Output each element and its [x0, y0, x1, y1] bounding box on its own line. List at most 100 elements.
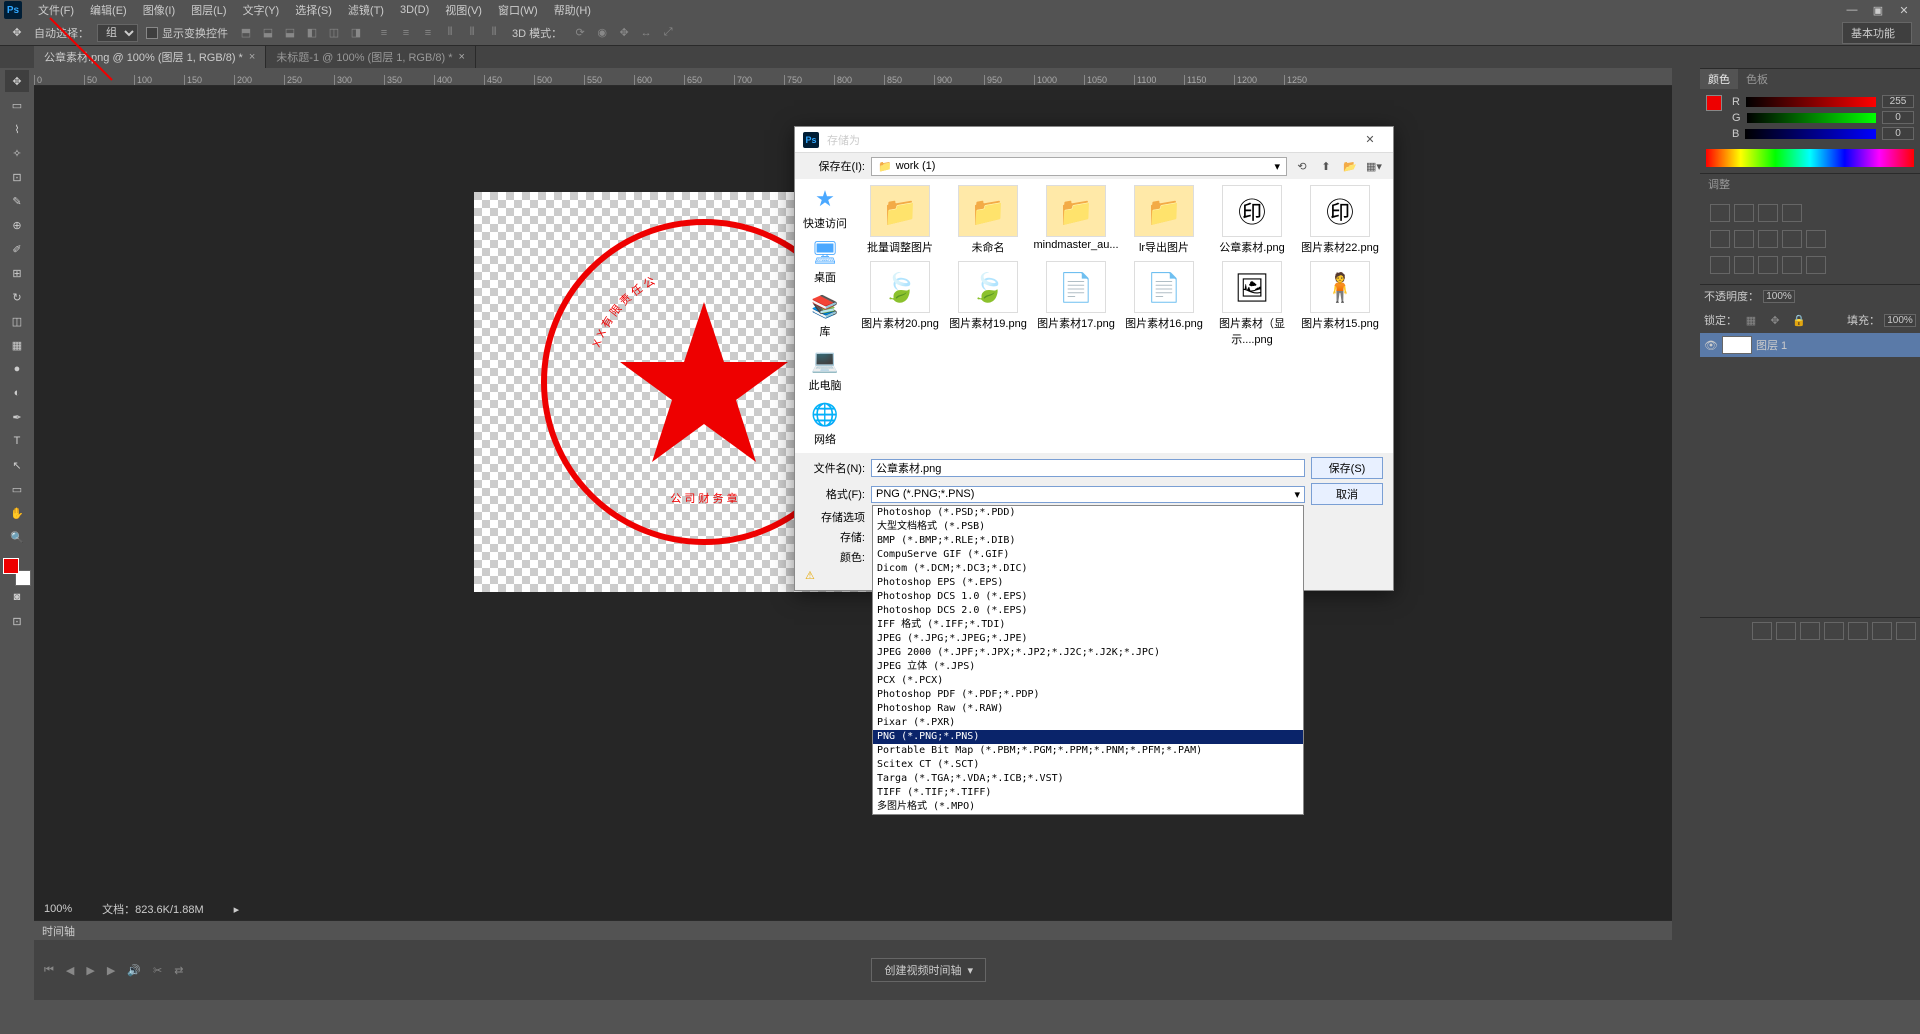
format-option[interactable]: Photoshop Raw (*.RAW) [873, 702, 1303, 716]
menu-image[interactable]: 图像(I) [135, 0, 183, 20]
cancel-button[interactable]: 取消 [1311, 483, 1383, 505]
3d-scale-icon[interactable]: ⤢ [658, 23, 678, 43]
hand-tool[interactable]: ✋ [5, 502, 29, 524]
align-hcenter-icon[interactable]: ◫ [324, 23, 344, 43]
lock-all-icon[interactable]: 🔒 [1789, 310, 1809, 330]
tab-close-icon[interactable]: × [459, 51, 465, 63]
adj-layer-icon[interactable] [1824, 622, 1844, 640]
menu-type[interactable]: 文字(Y) [235, 0, 288, 20]
path-dropdown[interactable]: 📁 work (1) ▾ [871, 157, 1287, 176]
place-libraries[interactable]: 📚库 [811, 293, 839, 339]
file-item[interactable]: 📄图片素材17.png [1037, 261, 1115, 347]
menu-filter[interactable]: 滤镜(T) [340, 0, 392, 20]
dist-right-icon[interactable]: ⫴ [484, 23, 504, 43]
adj-balance-icon[interactable] [1758, 230, 1778, 248]
stamp-tool[interactable]: ⊞ [5, 262, 29, 284]
panel-fg-swatch[interactable] [1706, 95, 1722, 111]
quick-mask-tool[interactable]: ◙ [5, 586, 29, 608]
format-option[interactable]: JPEG (*.JPG;*.JPEG;*.JPE) [873, 632, 1303, 646]
file-item[interactable]: 🖼图片素材（显示....png [1213, 261, 1291, 347]
tl-play-icon[interactable]: ▶ [86, 964, 94, 977]
doc-tab-active[interactable]: 公章素材.png @ 100% (图层 1, RGB/8) * × [34, 46, 266, 68]
move-tool-icon[interactable]: ✥ [8, 24, 26, 42]
format-option[interactable]: JPEG 2000 (*.JPF;*.JPX;*.JP2;*.J2C;*.J2K… [873, 646, 1303, 660]
move-tool[interactable]: ✥ [5, 70, 29, 92]
format-option[interactable]: Photoshop (*.PSD;*.PDD) [873, 506, 1303, 520]
dist-top-icon[interactable]: ≡ [374, 23, 394, 43]
g-value[interactable]: 0 [1882, 111, 1914, 124]
tl-cut-icon[interactable]: ✂ [153, 964, 162, 977]
lock-position-icon[interactable]: ✥ [1765, 310, 1785, 330]
format-option[interactable]: CompuServe GIF (*.GIF) [873, 548, 1303, 562]
format-option[interactable]: 大型文档格式 (*.PSB) [873, 520, 1303, 534]
maximize-icon[interactable]: ▣ [1866, 2, 1890, 18]
new-folder-icon[interactable]: 📂 [1341, 157, 1359, 175]
healing-tool[interactable]: ⊕ [5, 214, 29, 236]
place-network[interactable]: 🌐网络 [811, 401, 839, 447]
dist-bottom-icon[interactable]: ≡ [418, 23, 438, 43]
format-option[interactable]: BMP (*.BMP;*.RLE;*.DIB) [873, 534, 1303, 548]
file-item[interactable]: 📁mindmaster_au... [1037, 185, 1115, 255]
layer-row[interactable]: 👁 图层 1 [1700, 333, 1920, 357]
adj-curves-icon[interactable] [1758, 204, 1778, 222]
format-option[interactable]: Pixar (*.PXR) [873, 716, 1303, 730]
filename-input[interactable] [871, 459, 1305, 477]
doc-tab-inactive[interactable]: 未标题-1 @ 100% (图层 1, RGB/8) * × [266, 46, 476, 68]
opacity-value[interactable]: 100% [1763, 290, 1795, 303]
file-list[interactable]: 📁批量调整图片📁未命名📁mindmaster_au...📁lr导出图片㊞公章素材… [855, 179, 1393, 399]
gradient-tool[interactable]: ▦ [5, 334, 29, 356]
shape-tool[interactable]: ▭ [5, 478, 29, 500]
marquee-tool[interactable]: ▭ [5, 94, 29, 116]
place-quick-access[interactable]: ★快速访问 [803, 185, 847, 231]
place-desktop[interactable]: 🖥桌面 [811, 239, 839, 285]
dist-vcenter-icon[interactable]: ≡ [396, 23, 416, 43]
format-option[interactable]: 多图片格式 (*.MPO) [873, 800, 1303, 814]
color-tab[interactable]: 颜色 [1700, 69, 1738, 89]
tab-close-icon[interactable]: × [249, 51, 255, 63]
adj-photo-icon[interactable] [1806, 230, 1826, 248]
auto-select-dropdown[interactable]: 组 [97, 24, 138, 42]
brush-tool[interactable]: ✐ [5, 238, 29, 260]
menu-window[interactable]: 窗口(W) [490, 0, 546, 20]
eye-icon[interactable]: 👁 [1704, 339, 1718, 352]
g-slider[interactable] [1747, 113, 1876, 123]
tl-audio-icon[interactable]: 🔊 [127, 964, 141, 977]
show-transform-checkbox[interactable]: 显示变换控件 [146, 25, 228, 41]
format-option[interactable]: Targa (*.TGA;*.VDA;*.ICB;*.VST) [873, 772, 1303, 786]
file-item[interactable]: 📁lr导出图片 [1125, 185, 1203, 255]
format-option[interactable]: Photoshop DCS 2.0 (*.EPS) [873, 604, 1303, 618]
file-item[interactable]: 📁批量调整图片 [861, 185, 939, 255]
view-menu-icon[interactable]: ▦▾ [1365, 157, 1383, 175]
format-option[interactable]: Scitex CT (*.SCT) [873, 758, 1303, 772]
collapsed-panel-strip[interactable] [1672, 68, 1700, 1000]
adj-bw-icon[interactable] [1782, 230, 1802, 248]
history-brush-tool[interactable]: ↻ [5, 286, 29, 308]
place-this-pc[interactable]: 💻此电脑 [809, 347, 842, 393]
status-arrow-icon[interactable]: ▸ [234, 903, 240, 916]
fill-value[interactable]: 100% [1884, 314, 1916, 327]
file-item[interactable]: 📁未命名 [949, 185, 1027, 255]
tl-transition-icon[interactable]: ⇄ [174, 964, 183, 977]
dropdown-arrow-icon[interactable]: ▾ [967, 964, 973, 977]
path-tool[interactable]: ↖ [5, 454, 29, 476]
file-item[interactable]: 🍃图片素材20.png [861, 261, 939, 347]
tl-prev-icon[interactable]: ◀ [66, 964, 74, 977]
back-icon[interactable]: ⟲ [1293, 157, 1311, 175]
format-option[interactable]: Photoshop EPS (*.EPS) [873, 576, 1303, 590]
dist-hcenter-icon[interactable]: ⫴ [462, 23, 482, 43]
menu-file[interactable]: 文件(F) [30, 0, 82, 20]
swatches-tab[interactable]: 色板 [1738, 69, 1776, 89]
up-icon[interactable]: ⬆ [1317, 157, 1335, 175]
dist-left-icon[interactable]: ⫴ [440, 23, 460, 43]
3d-pan-icon[interactable]: ✥ [614, 23, 634, 43]
menu-view[interactable]: 视图(V) [437, 0, 490, 20]
format-option[interactable]: Photoshop DCS 1.0 (*.EPS) [873, 590, 1303, 604]
save-button[interactable]: 保存(S) [1311, 457, 1383, 479]
3d-slide-icon[interactable]: ↔ [636, 23, 656, 43]
layer-name[interactable]: 图层 1 [1756, 337, 1787, 353]
file-item[interactable]: 🍃图片素材19.png [949, 261, 1027, 347]
format-option[interactable]: PNG (*.PNG;*.PNS) [873, 730, 1303, 744]
mask-icon[interactable] [1800, 622, 1820, 640]
adj-select-icon[interactable] [1806, 256, 1826, 274]
adj-levels-icon[interactable] [1734, 204, 1754, 222]
